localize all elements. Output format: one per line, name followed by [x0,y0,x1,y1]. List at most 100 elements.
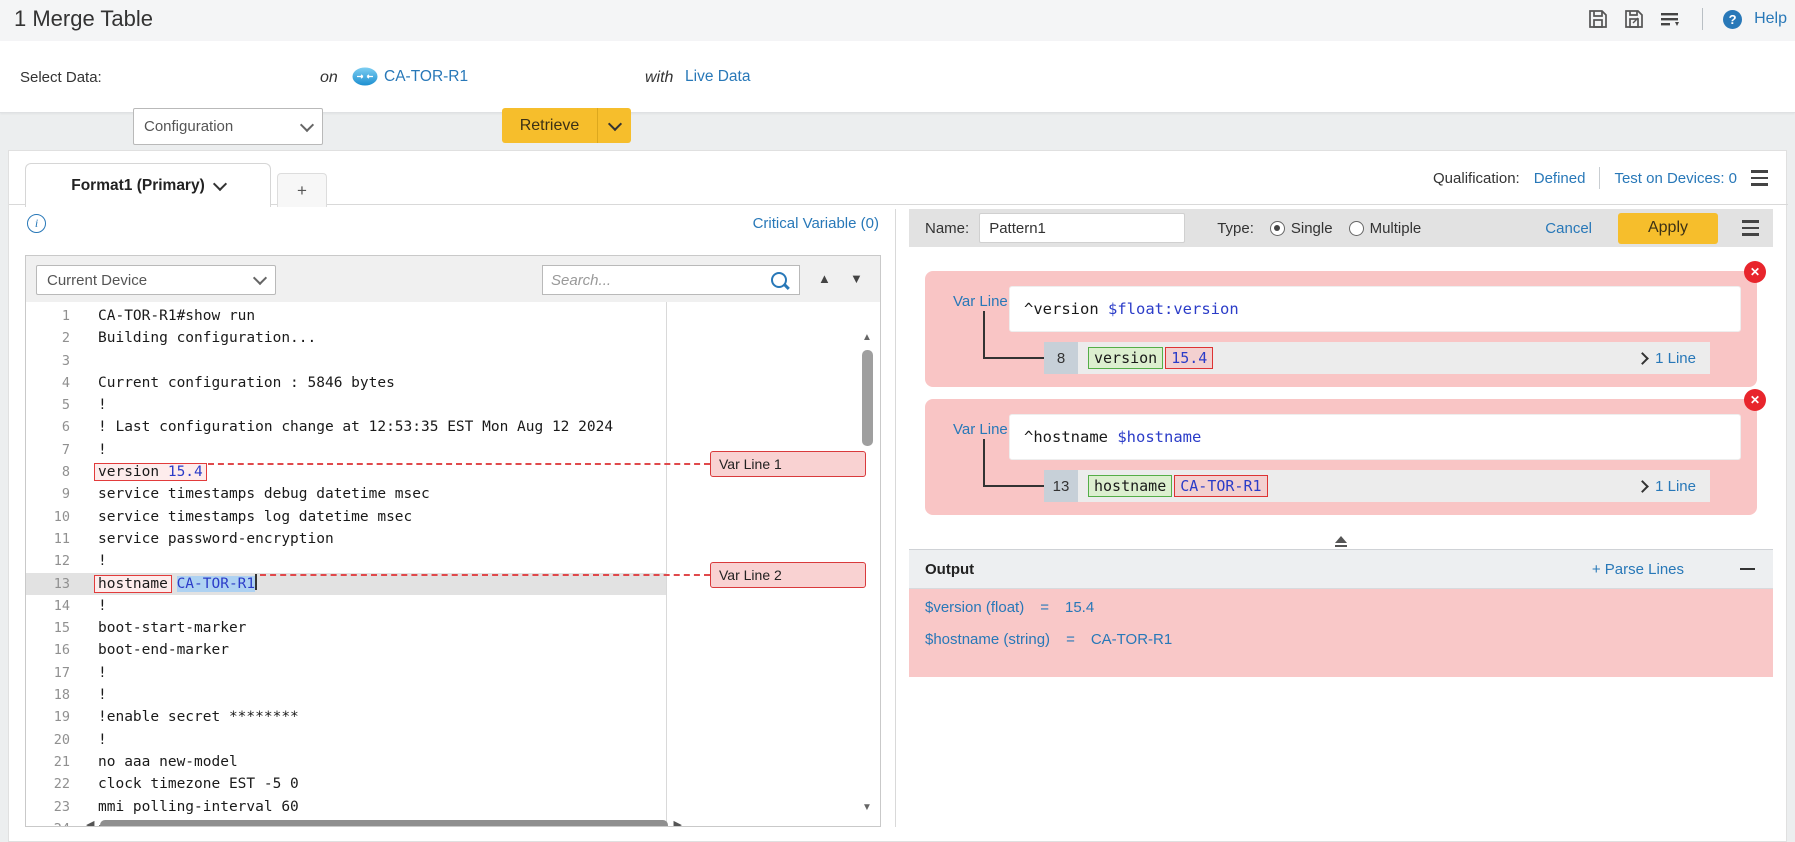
divider [1599,167,1600,189]
code-line[interactable]: 5! [26,394,666,416]
chevron-down-icon [300,117,314,131]
code-line[interactable]: 1CA-TOR-R1#show run [26,305,666,327]
tab-row: Format1 (Primary) + Qualification: Defin… [9,151,1788,205]
search-next-button[interactable]: ▼ [850,272,863,285]
horizontal-scrollbar[interactable]: ◀ ▶ [86,818,682,827]
line-number: 14 [26,595,98,617]
type-single-radio[interactable] [1270,221,1285,236]
save-icon[interactable] [1586,7,1610,31]
output-header: Output + Parse Lines [909,549,1773,589]
parse-lines-link[interactable]: + Parse Lines [1592,561,1684,578]
main-card: Format1 (Primary) + Qualification: Defin… [8,150,1787,842]
line-number: 16 [26,639,98,661]
pattern-variable: $hostname [1117,428,1201,446]
code-line[interactable]: 12! [26,550,666,572]
dashed-connector-2 [260,574,710,576]
var-line-1-annotation[interactable]: Var Line 1 [710,451,866,477]
var-line-2-annotation[interactable]: Var Line 2 [710,562,866,588]
code-line[interactable]: 22clock timezone EST -5 0 [26,773,666,795]
device-link[interactable]: CA-TOR-R1 [384,68,468,86]
menu-icon[interactable] [1751,170,1768,185]
expand-match-2-button[interactable]: 1 Line [1638,478,1696,495]
cancel-button[interactable]: Cancel [1545,220,1592,237]
code-line[interactable]: 15boot-start-marker [26,617,666,639]
code-line[interactable]: 9service timestamps debug datetime msec [26,483,666,505]
search-prev-button[interactable]: ▲ [818,272,831,285]
apply-button[interactable]: Apply [1618,213,1718,244]
search-input[interactable] [543,272,771,289]
save-as-icon[interactable] [1622,7,1646,31]
qualification-link[interactable]: Defined [1534,170,1586,187]
critical-variable-link[interactable]: Critical Variable (0) [753,215,879,232]
code-line[interactable]: 23mmi polling-interval 60 [26,796,666,818]
help-link[interactable]: Help [1754,10,1787,28]
pattern-text: ^version [1024,300,1108,318]
var-line-2-match-row[interactable]: 13 hostname CA-TOR-R1 1 Line [1044,470,1710,502]
menu-icon[interactable] [1742,220,1759,235]
live-data-link[interactable]: Live Data [685,68,750,86]
collapse-output-button[interactable] [1333,536,1349,549]
code-line[interactable]: 11service password-encryption [26,528,666,550]
minimize-icon[interactable] [1740,568,1755,571]
test-on-devices-link[interactable]: Test on Devices: 0 [1614,170,1737,187]
match-line-number: 13 [1044,470,1078,502]
line-text: CA-TOR-R1#show run [98,305,255,327]
horizontal-scroll-thumb[interactable] [100,820,667,827]
var-line-1-match-row[interactable]: 8 version 15.4 1 Line [1044,342,1710,374]
line-number: 6 [26,416,98,438]
delete-var-line-1-button[interactable]: ✕ [1744,261,1766,283]
name-label: Name: [925,220,969,237]
divider [666,302,667,826]
code-lines: 1CA-TOR-R1#show run2Building configurati… [26,305,666,827]
line-text: no aaa new-model [98,751,238,773]
line-text: ! [98,729,107,751]
line-number: 11 [26,528,98,550]
scroll-left-arrow[interactable]: ◀ [86,820,94,828]
code-line[interactable]: 7! [26,439,666,461]
code-line[interactable]: 6! Last configuration change at 12:53:35… [26,416,666,438]
code-line[interactable]: 18! [26,684,666,706]
code-line[interactable]: 20! [26,729,666,751]
var-line-1-card: ✕ Var Line 1 ^version $float:version 8 v… [925,271,1757,387]
expand-match-1-button[interactable]: 1 Line [1638,350,1696,367]
code-line[interactable]: 17! [26,662,666,684]
list-menu-icon[interactable] [1658,7,1682,31]
code-line[interactable]: 16boot-end-marker [26,639,666,661]
add-tab-button[interactable]: + [277,173,327,207]
help-icon[interactable]: ? [1723,10,1742,29]
search-icon[interactable] [771,272,787,288]
scroll-right-arrow[interactable]: ▶ [674,820,682,828]
line-text: boot-end-marker [98,639,229,661]
line-text: hostname CA-TOR-R1 [98,573,257,595]
delete-var-line-2-button[interactable]: ✕ [1744,389,1766,411]
device-scope-select[interactable]: Current Device [36,265,276,295]
line-number: 23 [26,796,98,818]
code-line[interactable]: 21no aaa new-model [26,751,666,773]
retrieve-button[interactable]: Retrieve [502,108,597,143]
info-icon[interactable]: i [27,214,46,233]
type-multiple-radio[interactable] [1349,221,1364,236]
code-line[interactable]: 3 [26,350,666,372]
var-line-1-pattern-input[interactable]: ^version $float:version [1009,286,1741,332]
router-device-icon [352,67,378,86]
var-line-2-pattern-input[interactable]: ^hostname $hostname [1009,414,1741,460]
code-line[interactable]: 19!enable secret ******** [26,706,666,728]
data-type-select[interactable]: Configuration [133,108,323,145]
on-label: on [320,69,338,87]
pattern-name-input[interactable] [979,213,1185,243]
line-number: 15 [26,617,98,639]
code-line[interactable]: 10service timestamps log datetime msec [26,506,666,528]
title-bar-actions: ? Help [1586,7,1787,31]
scroll-up-arrow[interactable]: ▲ [862,332,872,343]
code-line[interactable]: 2Building configuration... [26,327,666,349]
tab-row-meta: Qualification: Defined Test on Devices: … [1433,151,1768,205]
line-number: 10 [26,506,98,528]
panel-divider [895,209,896,827]
vertical-scrollbar[interactable] [862,350,873,446]
retrieve-dropdown-button[interactable] [597,108,631,143]
scroll-down-arrow[interactable]: ▼ [862,802,872,813]
code-line[interactable]: 14! [26,595,666,617]
tab-format1[interactable]: Format1 (Primary) [25,163,271,207]
code-line[interactable]: 4Current configuration : 5846 bytes [26,372,666,394]
config-editor[interactable]: 1CA-TOR-R1#show run2Building configurati… [25,302,881,827]
